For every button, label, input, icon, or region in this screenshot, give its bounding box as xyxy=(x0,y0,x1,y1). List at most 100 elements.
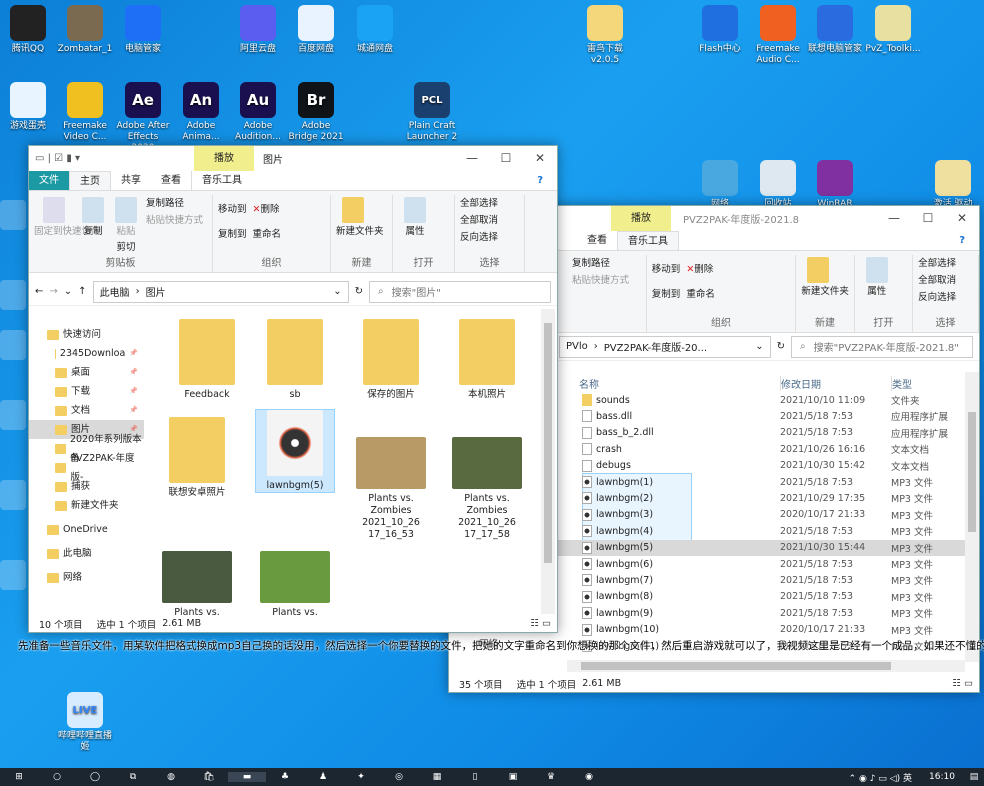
app-icon[interactable]: ✦ xyxy=(342,772,380,782)
maximize-button[interactable]: ☐ xyxy=(489,146,523,171)
rename-button[interactable]: 重命名 xyxy=(686,286,715,303)
rename-button[interactable]: 重命名 xyxy=(253,226,282,243)
copy-to-button[interactable]: 复制到 xyxy=(652,286,681,303)
desktop-icon[interactable]: 网络 xyxy=(692,160,748,210)
clock[interactable]: 16:10 xyxy=(920,772,964,782)
minimize-button[interactable]: — xyxy=(455,146,489,171)
folder-item[interactable]: 联想安卓照片 xyxy=(157,417,237,499)
window-icon[interactable]: ▣ xyxy=(494,772,532,782)
quick-access-toolbar[interactable]: ▭ | ☑ ▮ ▾ xyxy=(35,153,80,164)
chevron-down-icon[interactable]: ⌄ xyxy=(333,286,341,297)
nav-item[interactable]: 下载 📌 xyxy=(29,382,144,401)
nav-item[interactable]: 2345Downloa 📌 xyxy=(29,344,144,363)
breadcrumb-item[interactable]: 图片 xyxy=(146,284,166,299)
steam-icon[interactable]: ◎ xyxy=(380,772,418,782)
ime-indicator[interactable]: 英 xyxy=(903,774,912,784)
search-icon[interactable]: ○ xyxy=(38,772,76,782)
refresh-icon[interactable]: ↻ xyxy=(355,286,363,297)
desktop-icon[interactable]: 腾讯QQ xyxy=(0,5,56,55)
tab-home[interactable]: 主页 xyxy=(69,171,111,190)
breadcrumb-item[interactable]: PVZ2PAK-年度版-20... xyxy=(604,339,707,354)
desktop-icon[interactable]: 电脑管家 xyxy=(115,5,171,55)
select-all-button[interactable]: 全部选择 xyxy=(460,195,498,212)
phone-icon[interactable]: ▯ xyxy=(456,772,494,782)
select-none-button[interactable]: 全部取消 xyxy=(460,212,498,229)
select-none-button[interactable]: 全部取消 xyxy=(918,272,956,289)
desktop-icon[interactable]: WinRAR xyxy=(807,160,863,210)
move-to-button[interactable]: 移动到 xyxy=(218,201,247,218)
edge-icon[interactable]: ◍ xyxy=(152,772,190,782)
pvz-icon[interactable]: ▦ xyxy=(418,772,456,782)
desktop-icon[interactable]: AeAdobe After Effects 2020 xyxy=(115,82,171,154)
refresh-icon[interactable]: ↻ xyxy=(777,341,785,352)
image-file-item[interactable]: Plants vs. xyxy=(157,545,237,616)
invert-selection-button[interactable]: 反向选择 xyxy=(460,229,498,246)
context-tab-play[interactable]: 播放 xyxy=(194,146,254,171)
image-file-item[interactable]: Plants vs. Zombies 2021_10_26 17_16_53 xyxy=(351,431,431,541)
desktop-icon-partial[interactable] xyxy=(0,330,26,360)
up-button[interactable]: ↑ xyxy=(78,286,86,297)
tab-file[interactable]: 文件 xyxy=(29,171,69,190)
recent-dropdown[interactable]: ⌄ xyxy=(64,286,72,297)
desktop-icon[interactable]: PvZ_Toolki... xyxy=(865,5,921,55)
minimize-button[interactable]: — xyxy=(877,206,911,231)
maximize-button[interactable]: ☐ xyxy=(911,206,945,231)
desktop-icon[interactable]: 回收站 xyxy=(750,160,806,210)
task-view-icon[interactable]: ⧉ xyxy=(114,772,152,782)
copy-path-button[interactable]: 复制路径 xyxy=(146,195,203,212)
cut-button[interactable]: 剪切 xyxy=(112,242,140,254)
desktop-icon[interactable]: 雷鸟下载 v2.0.5 xyxy=(577,5,633,66)
image-file-item[interactable]: Plants vs. xyxy=(255,545,335,616)
chevron-down-icon[interactable]: ⌄ xyxy=(755,341,763,352)
desktop-icon[interactable]: Flash中心 xyxy=(692,5,748,55)
folder-item[interactable]: Feedback xyxy=(167,319,247,401)
context-tab-play[interactable]: 播放 xyxy=(611,206,671,231)
desktop-icon[interactable]: Freemake Audio C... xyxy=(750,5,806,66)
title-bar[interactable]: ▭ | ☑ ▮ ▾ 播放 图片 — ☐ ✕ xyxy=(29,146,557,171)
desktop-icon[interactable]: PCL Plain Craft Launcher 2 xyxy=(404,82,460,143)
address-bar[interactable]: 此电脑 › 图片 ⌄ xyxy=(92,280,349,303)
desktop-icon[interactable]: Au Adobe Audition... xyxy=(230,82,286,143)
image-file-item[interactable]: Plants vs. Zombies 2021_10_26 17_17_58 xyxy=(447,431,527,541)
store-icon[interactable]: 🛍 xyxy=(190,772,228,782)
pvz2-icon[interactable]: ♛ xyxy=(532,772,570,782)
nav-item[interactable]: PVZ2PAK-年度版- xyxy=(29,453,144,483)
view-toggle-icons[interactable]: ☷ ▭ xyxy=(952,678,973,689)
breadcrumb-item[interactable]: PVlo xyxy=(566,341,588,352)
paste-shortcut-button[interactable]: 粘贴快捷方式 xyxy=(146,212,203,229)
delete-button[interactable]: ✕删除 xyxy=(253,201,282,218)
desktop-icon-partial[interactable] xyxy=(0,200,26,230)
folder-item[interactable]: 保存的图片 xyxy=(351,319,431,401)
folder-item[interactable]: sb xyxy=(255,319,335,401)
column-type[interactable]: 类型 xyxy=(891,376,912,391)
game-icon[interactable]: ♣ xyxy=(266,772,304,782)
nav-item[interactable]: 快速访问 xyxy=(29,325,144,344)
desktop-icon[interactable]: 游戏蛋壳 xyxy=(0,82,56,132)
tab-share[interactable]: 共享 xyxy=(111,171,151,190)
cortana-icon[interactable]: ◯ xyxy=(76,772,114,782)
tab-music-tools[interactable]: 音乐工具 xyxy=(191,171,252,190)
tab-view[interactable]: 查看 xyxy=(577,231,617,250)
desktop-icon-partial[interactable] xyxy=(0,280,26,310)
desktop-icon[interactable]: 百度网盘 xyxy=(288,5,344,55)
search-input[interactable]: ⌕ 搜索"PVZ2PAK-年度版-2021.8" xyxy=(791,335,973,358)
forward-button[interactable]: → xyxy=(49,286,57,297)
desktop-icon-partial[interactable] xyxy=(0,560,26,590)
help-icon[interactable]: ? xyxy=(949,231,975,251)
folder-item[interactable]: 本机照片 xyxy=(447,319,527,401)
move-to-button[interactable]: 移动到 xyxy=(652,261,681,278)
desktop-icon-partial[interactable] xyxy=(0,400,26,430)
nav-item[interactable]: 此电脑 xyxy=(29,544,144,563)
address-bar[interactable]: PVlo › PVZ2PAK-年度版-20... ⌄ xyxy=(559,335,771,358)
music-icon[interactable]: ◉ xyxy=(570,772,608,782)
back-button[interactable]: ← xyxy=(35,286,43,297)
system-tray[interactable]: ⌃ ◉ ♪ ▭ ◁) 英 xyxy=(849,771,912,784)
help-icon[interactable]: ? xyxy=(527,171,553,191)
view-toggle-icons[interactable]: ☷ ▭ xyxy=(530,618,551,629)
nav-item[interactable]: 桌面 📌 xyxy=(29,363,144,382)
search-input[interactable]: ⌕ 搜索"图片" xyxy=(369,280,551,303)
tab-view[interactable]: 查看 xyxy=(151,171,191,190)
desktop-icon[interactable]: Zombatar_1 xyxy=(57,5,113,55)
start-icon[interactable]: ⊞ xyxy=(0,772,38,782)
copy-to-button[interactable]: 复制到 xyxy=(218,226,247,243)
